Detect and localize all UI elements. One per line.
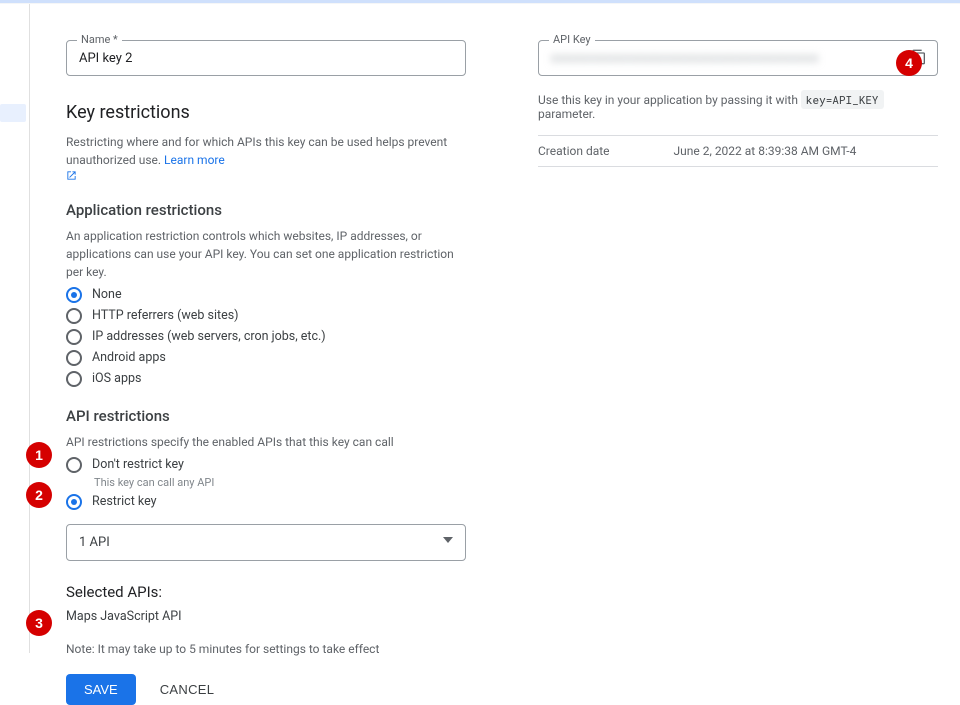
radio-icon — [66, 457, 82, 473]
app-restriction-option-android[interactable]: Android apps — [66, 350, 466, 366]
api-restriction-dont-restrict-sub: This key can call any API — [94, 476, 466, 489]
key-restrictions-heading: Key restrictions — [66, 102, 466, 123]
annotation-4: 4 — [896, 50, 922, 76]
action-buttons: SAVE CANCEL — [66, 674, 466, 705]
sidebar-active-indicator — [0, 104, 26, 122]
api-key-value: xxxxxxxxxxxxxxxxxxxxxxxxxxxxxxxxxxxx — [551, 51, 925, 67]
name-field[interactable]: Name * API key 2 — [66, 40, 466, 76]
creation-date-row: Creation date June 2, 2022 at 8:39:38 AM… — [538, 135, 938, 167]
api-restrictions-radio-group: Don't restrict key This key can call any… — [66, 457, 466, 510]
app-restrictions-radio-group: None HTTP referrers (web sites) IP addre… — [66, 287, 466, 387]
name-field-label: Name * — [77, 33, 122, 46]
left-sidebar — [0, 4, 30, 653]
usage-suffix: parameter. — [538, 107, 595, 121]
left-column: Name * API key 2 Key restrictions Restri… — [66, 40, 466, 705]
cancel-button[interactable]: CANCEL — [160, 682, 215, 697]
selected-api-item: Maps JavaScript API — [66, 609, 466, 624]
creation-date-value: June 2, 2022 at 8:39:38 AM GMT-4 — [674, 144, 857, 158]
api-restriction-dont-restrict[interactable]: Don't restrict key — [66, 457, 466, 473]
annotation-3: 3 — [26, 610, 52, 636]
api-select-dropdown[interactable]: 1 API — [66, 524, 466, 561]
radio-icon — [66, 494, 82, 510]
radio-icon — [66, 371, 82, 387]
name-field-value[interactable]: API key 2 — [79, 51, 453, 67]
app-restriction-option-http[interactable]: HTTP referrers (web sites) — [66, 308, 466, 324]
learn-more-link[interactable]: Learn more — [164, 153, 225, 167]
usage-prefix: Use this key in your application by pass… — [538, 93, 801, 107]
api-select-value: 1 API — [79, 535, 110, 550]
app-restrictions-helper: An application restriction controls whic… — [66, 227, 466, 281]
radio-icon — [66, 287, 82, 303]
radio-icon — [66, 308, 82, 324]
radio-icon — [66, 350, 82, 366]
settings-delay-note: Note: It may take up to 5 minutes for se… — [66, 642, 466, 656]
api-key-usage-text: Use this key in your application by pass… — [538, 92, 938, 121]
annotation-2: 2 — [26, 482, 52, 508]
right-column: API Key xxxxxxxxxxxxxxxxxxxxxxxxxxxxxxxx… — [538, 40, 938, 167]
api-key-field: API Key xxxxxxxxxxxxxxxxxxxxxxxxxxxxxxxx… — [538, 40, 938, 76]
main-content: Name * API key 2 Key restrictions Restri… — [30, 4, 960, 653]
api-restriction-restrict[interactable]: Restrict key — [66, 494, 466, 510]
key-restrictions-helper: Restricting where and for which APIs thi… — [66, 133, 466, 181]
radio-label: iOS apps — [92, 371, 141, 386]
radio-label: Don't restrict key — [92, 457, 184, 472]
external-link-icon — [66, 170, 466, 181]
app-restriction-option-ip[interactable]: IP addresses (web servers, cron jobs, et… — [66, 329, 466, 345]
app-restriction-option-none[interactable]: None — [66, 287, 466, 303]
creation-date-label: Creation date — [538, 144, 610, 158]
radio-label: HTTP referrers (web sites) — [92, 308, 239, 323]
radio-label: Restrict key — [92, 494, 157, 509]
api-key-field-label: API Key — [549, 33, 595, 46]
selected-apis-heading: Selected APIs: — [66, 583, 466, 601]
chevron-down-icon — [443, 537, 453, 543]
app-restrictions-heading: Application restrictions — [66, 201, 466, 219]
radio-icon — [66, 329, 82, 345]
radio-label: Android apps — [92, 350, 166, 365]
radio-label: IP addresses (web servers, cron jobs, et… — [92, 329, 326, 344]
api-restrictions-heading: API restrictions — [66, 407, 466, 425]
app-restriction-option-ios[interactable]: iOS apps — [66, 371, 466, 387]
api-restrictions-helper: API restrictions specify the enabled API… — [66, 433, 466, 451]
key-restrictions-helper-text: Restricting where and for which APIs thi… — [66, 135, 447, 167]
radio-label: None — [92, 287, 122, 302]
save-button[interactable]: SAVE — [66, 674, 136, 705]
usage-code: key=API_KEY — [801, 90, 884, 109]
annotation-1: 1 — [26, 442, 52, 468]
